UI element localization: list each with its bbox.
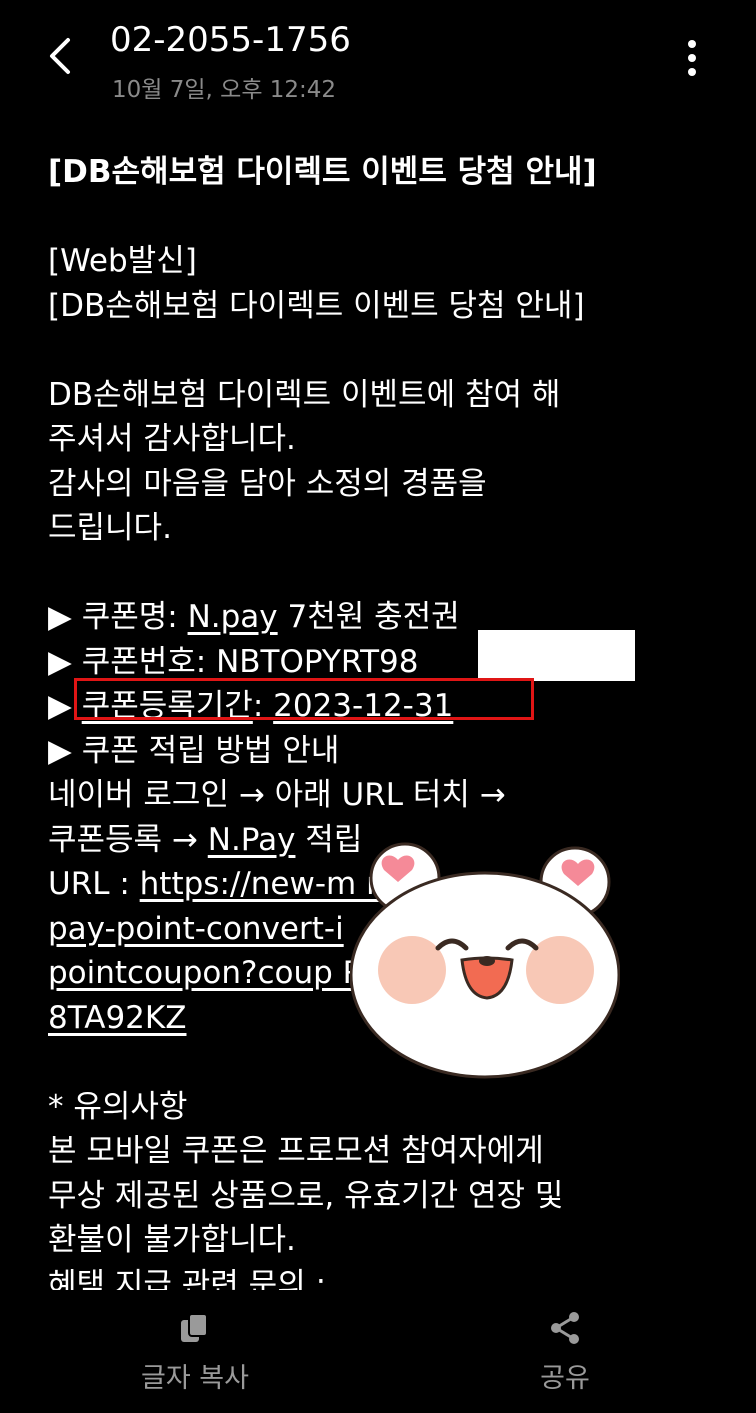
- npay-link[interactable]: N.pay: [188, 599, 278, 635]
- more-options-button[interactable]: [674, 34, 710, 82]
- body-line-4: 드립니다.: [48, 510, 172, 546]
- redaction-box: [478, 630, 635, 681]
- copy-text-button[interactable]: 글자 복사: [120, 1310, 270, 1395]
- coupon-name-prefix: ▶ 쿠폰명:: [48, 599, 188, 635]
- guide-title: ▶ 쿠폰 적립 방법 안내: [48, 732, 340, 769]
- message-date: 10월 7일, 오후 12:42: [112, 77, 337, 103]
- share-button[interactable]: 공유: [490, 1310, 640, 1395]
- guide-line-1: 네이버 로그인 → 아래 URL 터치 →: [48, 777, 506, 813]
- intro-line-1: [Web발신]: [48, 243, 197, 279]
- coupon-name-suffix: 7천원 충전권: [277, 599, 460, 635]
- body-line-3: 감사의 마음을 담아 소정의 경품을: [48, 465, 487, 502]
- sender-number: 02-2055-1756: [110, 20, 351, 60]
- guide-line-2-prefix: 쿠폰등록 →: [48, 821, 208, 858]
- notice-title: * 유의사항: [48, 1088, 188, 1125]
- body-line-2: 주셔서 감사합니다.: [48, 421, 296, 457]
- message-title: [DB손해보험 다이렉트 이벤트 당첨 안내]: [48, 154, 597, 190]
- message-header: 02-2055-1756 10월 7일, 오후 12:42: [0, 0, 756, 120]
- back-button[interactable]: [40, 34, 84, 78]
- copy-icon: [181, 1313, 208, 1342]
- notice-line-3: 환불이 불가합니다.: [48, 1222, 296, 1258]
- body-line-1: DB손해보험 다이렉트 이벤트에 참여 해: [48, 376, 561, 413]
- notice-line-1: 본 모바일 쿠폰은 프로모션 참여자에게: [48, 1133, 544, 1169]
- intro-line-2: [DB손해보험 다이렉트 이벤트 당첨 안내]: [48, 287, 585, 324]
- copy-text-label: 글자 복사: [141, 1363, 249, 1394]
- more-vertical-icon: [688, 40, 696, 76]
- url-prefix: URL :: [48, 866, 140, 902]
- bear-sticker: [349, 840, 621, 1080]
- message-body: [DB손해보험 다이렉트 이벤트 당첨 안내] [Web발신] [DB손해보험 …: [48, 150, 738, 1307]
- share-label: 공유: [540, 1363, 590, 1394]
- highlight-box: [74, 678, 534, 720]
- chevron-left-icon: [50, 38, 70, 74]
- npay-link-2[interactable]: N.Pay: [208, 822, 296, 858]
- bottom-action-bar: 글자 복사 공유: [0, 1290, 756, 1413]
- share-icon: [551, 1312, 579, 1344]
- notice-line-2: 무상 제공된 상품으로, 유효기간 연장 및: [48, 1177, 564, 1214]
